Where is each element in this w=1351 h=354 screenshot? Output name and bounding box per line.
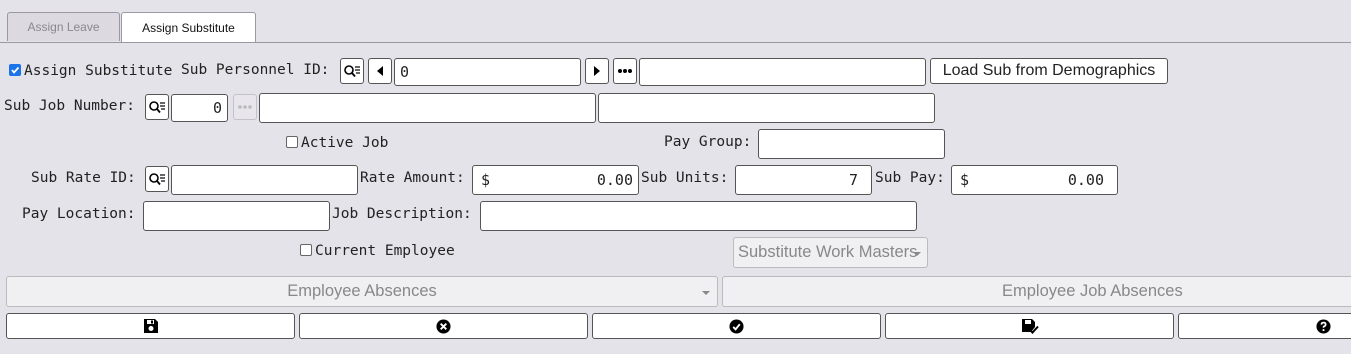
active-job-checkbox[interactable]	[286, 136, 298, 148]
rate-amount-input[interactable]: $ 0.00	[472, 165, 639, 195]
sub-personnel-id-label: Sub Personnel ID:	[181, 62, 330, 78]
sub-units-value: 7	[848, 171, 858, 189]
employee-absences-label: Employee Absences	[287, 282, 437, 300]
search-list-icon	[344, 65, 360, 78]
sub-pay-label: Sub Pay:	[875, 170, 945, 186]
tab-assign-leave[interactable]: Assign Leave	[7, 12, 120, 41]
sub-job-number-input[interactable]: 0	[171, 94, 228, 122]
caret-right-icon	[594, 66, 600, 76]
sub-rate-id-input[interactable]	[171, 165, 358, 195]
help-button[interactable]	[1178, 313, 1351, 339]
sub-job-desc2-input[interactable]	[598, 93, 935, 123]
confirm-button[interactable]	[592, 313, 881, 339]
sub-personnel-search-button[interactable]	[340, 58, 364, 84]
sub-personnel-id-input[interactable]: 0	[394, 58, 581, 86]
sub-pay-currency: $	[960, 171, 970, 189]
ellipsis-icon	[238, 105, 252, 109]
sub-job-number-value: 0	[212, 99, 222, 117]
chevron-down-icon	[913, 252, 921, 256]
tab-assign-substitute[interactable]: Assign Substitute	[121, 12, 256, 42]
sub-rate-search-button[interactable]	[145, 166, 169, 192]
job-description-input[interactable]	[480, 201, 917, 231]
rate-amount-label: Rate Amount:	[360, 170, 465, 186]
pay-location-label: Pay Location:	[22, 206, 136, 222]
help-icon	[1316, 318, 1331, 334]
active-job-label: Active Job	[301, 135, 389, 151]
substitute-work-masters-value: Substitute Work Masters	[738, 243, 918, 261]
load-sub-from-demographics-button[interactable]: Load Sub from Demographics	[930, 58, 1168, 84]
sub-personnel-id-value: 0	[400, 63, 410, 81]
sub-job-number-label: Sub Job Number:	[4, 98, 135, 114]
sub-job-desc-input[interactable]	[259, 93, 596, 123]
save-check-icon	[1021, 319, 1039, 334]
pay-location-input[interactable]	[143, 201, 330, 231]
sub-rate-id-label: Sub Rate ID:	[31, 170, 136, 186]
search-list-icon	[149, 101, 165, 114]
employee-job-absences-label: Employee Job Absences	[1002, 282, 1183, 300]
cancel-icon	[436, 318, 451, 334]
sub-units-label: Sub Units:	[641, 170, 729, 186]
assign-substitute-checkbox[interactable]	[9, 64, 21, 76]
tab-assign-leave-label: Assign Leave	[27, 20, 100, 34]
cancel-button[interactable]	[299, 313, 588, 339]
rate-amount-value: 0.00	[596, 171, 633, 189]
sub-personnel-next-button[interactable]	[585, 58, 609, 84]
tab-assign-substitute-label: Assign Substitute	[142, 20, 235, 35]
sub-personnel-name-input[interactable]	[639, 58, 926, 86]
sub-pay-value: 0.00	[1067, 171, 1104, 189]
sub-personnel-more-button[interactable]	[613, 58, 637, 84]
job-description-label: Job Description:	[332, 206, 472, 222]
caret-left-icon	[377, 66, 383, 76]
employee-absences-select[interactable]: Employee Absences	[6, 276, 718, 307]
load-sub-from-demographics-label: Load Sub from Demographics	[942, 62, 1156, 79]
sub-pay-input[interactable]: $ 0.00	[951, 165, 1118, 195]
ellipsis-icon	[618, 69, 632, 73]
confirm-icon	[729, 318, 744, 334]
pay-group-label: Pay Group:	[664, 134, 752, 150]
sub-job-more-button	[233, 94, 257, 120]
current-employee-label: Current Employee	[315, 243, 455, 259]
pay-group-input[interactable]	[758, 129, 945, 159]
save-button[interactable]	[6, 313, 295, 339]
sub-units-input[interactable]: 7	[735, 165, 872, 195]
sub-job-search-button[interactable]	[145, 94, 169, 120]
save-and-check-button[interactable]	[885, 313, 1174, 339]
substitute-work-masters-select[interactable]: Substitute Work Masters	[733, 237, 928, 268]
search-list-icon	[149, 173, 165, 186]
save-icon	[143, 319, 158, 333]
assign-substitute-label: Assign Substitute	[24, 63, 173, 79]
sub-personnel-prev-button[interactable]	[368, 58, 392, 84]
tab-divider	[0, 42, 1351, 43]
employee-job-absences-select[interactable]: Employee Job Absences	[722, 276, 1351, 307]
current-employee-checkbox[interactable]	[300, 244, 312, 256]
rate-amount-currency: $	[481, 171, 491, 189]
chevron-down-icon	[702, 291, 710, 295]
